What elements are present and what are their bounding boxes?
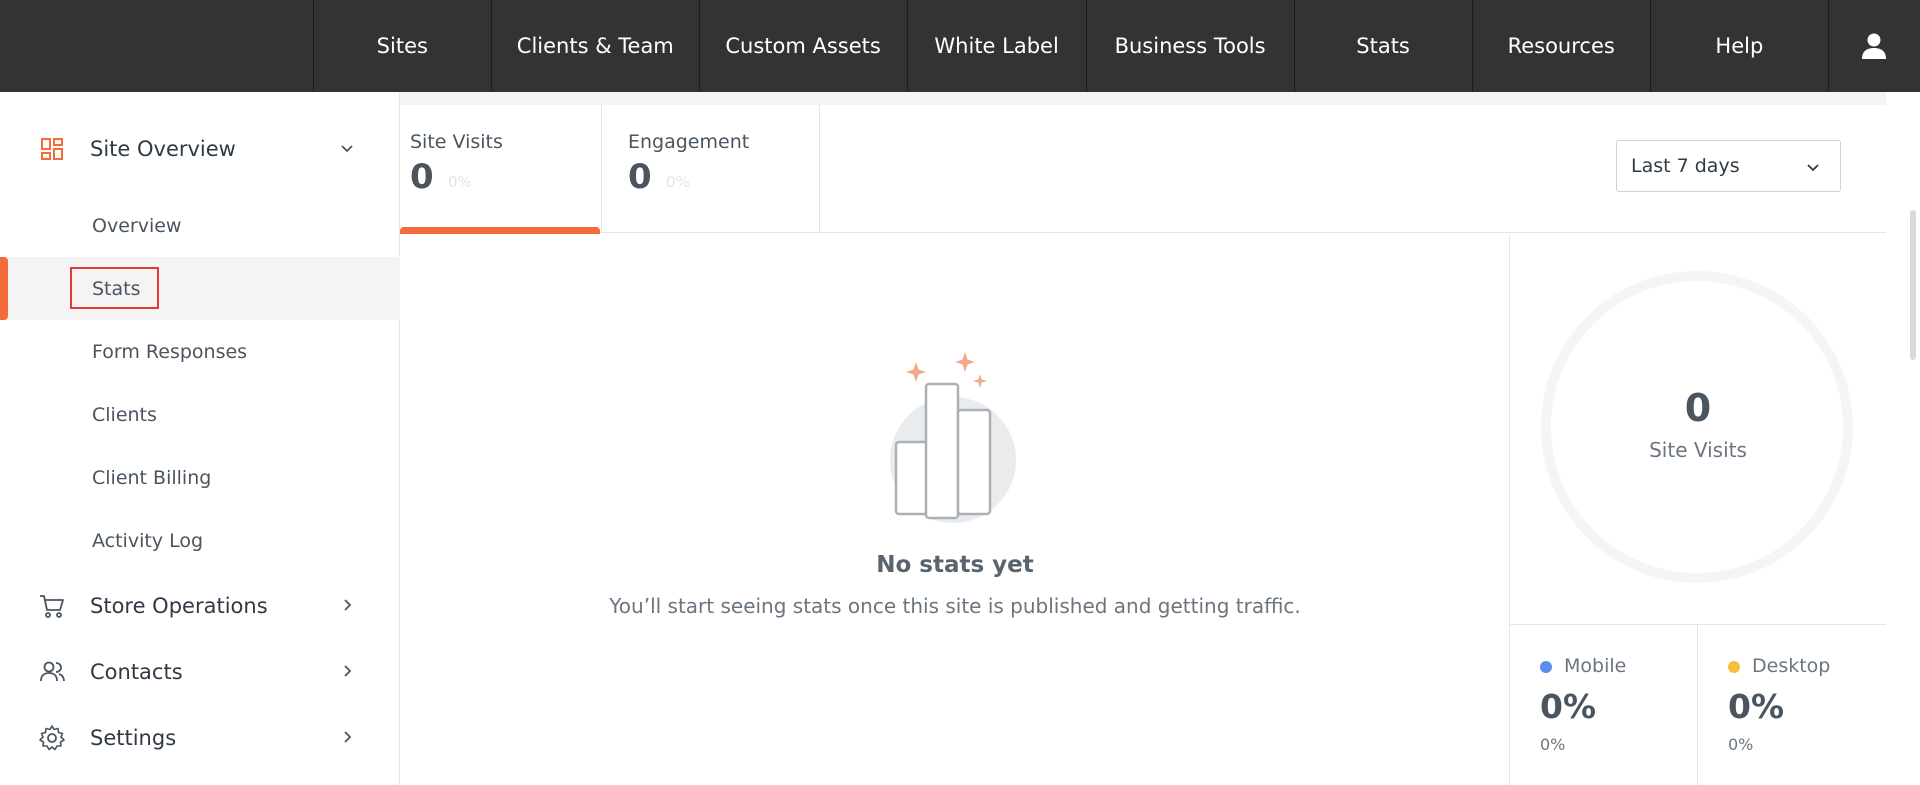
device-sub-percent: 0% (1728, 735, 1754, 754)
device-percent: 0% (1728, 687, 1785, 726)
sidebar-item-stats[interactable]: Stats (0, 257, 400, 320)
user-icon (1862, 33, 1887, 59)
sidebar-item-clients[interactable]: Clients (0, 383, 400, 446)
sidebar-section-contacts[interactable]: Contacts (0, 642, 400, 702)
tab-engagement[interactable]: Engagement 0 0% (602, 105, 820, 233)
sidebar-item-label: Stats (92, 277, 141, 300)
sidebar-section-store-operations[interactable]: Store Operations (0, 576, 400, 636)
device-desktop: Desktop 0% 0% (1698, 625, 1886, 785)
summary-value: 0 (1684, 386, 1712, 430)
chevron-right-icon (344, 665, 352, 677)
visits-summary-panel: 0 Site Visits Mobile 0% 0% Desktop 0% 0% (1510, 234, 1886, 785)
device-breakdown: Mobile 0% 0% Desktop 0% 0% (1510, 624, 1886, 785)
device-sub-percent: 0% (1540, 735, 1566, 754)
chevron-right-icon (344, 731, 352, 743)
tab-value: 0 (410, 157, 434, 197)
nav-item-resources[interactable]: Resources (1471, 0, 1650, 92)
nav-logo-area (0, 0, 313, 92)
grid-icon (41, 138, 63, 160)
summary-label: Site Visits (1649, 438, 1747, 462)
scrollbar-thumb[interactable] (1910, 210, 1916, 360)
cart-icon (40, 595, 64, 618)
desktop-legend-dot (1728, 661, 1740, 673)
sidebar-section-label: Site Overview (90, 137, 236, 161)
sidebar-section-label: Store Operations (90, 594, 268, 618)
nav-item-help[interactable]: Help (1649, 0, 1828, 92)
user-menu-button[interactable] (1827, 0, 1920, 92)
stats-tabs: Site Visits 0 0% Engagement 0 0% Last 7 … (400, 105, 1886, 234)
empty-state: No stats yet You’ll start seeing stats o… (400, 234, 1510, 785)
active-indicator (0, 257, 8, 320)
nav-item-clients-team[interactable]: Clients & Team (490, 0, 699, 92)
sidebar-item-label: Form Responses (92, 340, 248, 363)
sidebar: Site Overview Overview Stats Form Respon… (0, 92, 400, 785)
nav-item-stats[interactable]: Stats (1293, 0, 1472, 92)
date-range-select[interactable]: Last 7 days (1616, 140, 1841, 192)
sidebar-item-label: Clients (92, 403, 157, 426)
sidebar-item-form-responses[interactable]: Form Responses (0, 320, 400, 383)
users-icon (40, 661, 65, 682)
device-label: Mobile (1564, 655, 1627, 677)
chevron-right-icon (344, 599, 352, 611)
nav-item-custom-assets[interactable]: Custom Assets (698, 0, 907, 92)
tab-label: Site Visits (410, 131, 503, 153)
sidebar-section-settings[interactable]: Settings (0, 708, 400, 768)
empty-state-subtitle: You’ll start seeing stats once this site… (609, 594, 1301, 618)
sidebar-item-client-billing[interactable]: Client Billing (0, 446, 400, 509)
top-strip (400, 92, 1886, 105)
sidebar-section-site-overview[interactable]: Site Overview (0, 119, 400, 179)
sidebar-item-label: Client Billing (92, 466, 212, 489)
nav-item-white-label[interactable]: White Label (906, 0, 1086, 92)
sidebar-item-label: Activity Log (92, 529, 204, 552)
chevron-down-icon (341, 145, 353, 153)
scrollbar-track[interactable] (1886, 92, 1920, 785)
sidebar-section-label: Settings (90, 726, 177, 750)
nav-item-business-tools[interactable]: Business Tools (1085, 0, 1294, 92)
main-content: Site Visits 0 0% Engagement 0 0% Last 7 … (400, 92, 1886, 785)
active-tab-underline (400, 227, 600, 234)
device-mobile: Mobile 0% 0% (1510, 625, 1698, 785)
gear-icon (39, 725, 65, 751)
sidebar-item-activity-log[interactable]: Activity Log (0, 509, 400, 572)
empty-state-title: No stats yet (876, 552, 1034, 578)
date-range-label: Last 7 days (1631, 155, 1740, 177)
bar-chart-illustration-icon (890, 352, 1016, 523)
tab-value: 0 (628, 157, 652, 197)
tab-percent: 0% (448, 173, 472, 191)
top-navigation: Sites Clients & Team Custom Assets White… (0, 0, 1920, 92)
sidebar-item-overview[interactable]: Overview (0, 194, 400, 257)
device-percent: 0% (1540, 687, 1597, 726)
device-label: Desktop (1752, 655, 1831, 677)
sidebar-item-label: Overview (92, 214, 182, 237)
mobile-legend-dot (1540, 661, 1552, 673)
chevron-down-icon (1807, 164, 1819, 172)
sidebar-section-label: Contacts (90, 660, 183, 684)
tab-percent: 0% (666, 173, 690, 191)
tab-label: Engagement (628, 131, 750, 153)
nav-item-sites[interactable]: Sites (312, 0, 491, 92)
tab-site-visits[interactable]: Site Visits 0 0% (400, 105, 602, 234)
